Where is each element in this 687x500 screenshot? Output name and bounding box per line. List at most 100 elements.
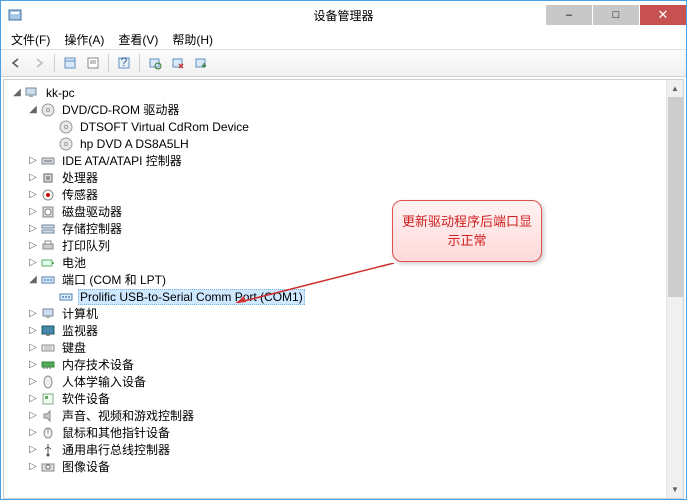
camera-icon [40, 459, 56, 475]
tree-node[interactable]: ▷ 存储控制器 [6, 220, 683, 237]
back-button[interactable] [5, 52, 27, 74]
usb-icon [40, 442, 56, 458]
tree-leaf[interactable]: hp DVD A DS8A5LH [6, 135, 683, 152]
disc-icon [40, 102, 56, 118]
battery-icon [40, 255, 56, 271]
tree-node[interactable]: ▷ 传感器 [6, 186, 683, 203]
node-label: 软件设备 [60, 390, 112, 407]
node-label: 监视器 [60, 322, 100, 339]
scan-button[interactable] [144, 52, 166, 74]
node-label: Prolific USB-to-Serial Comm Port (COM1) [78, 289, 305, 305]
expander-icon[interactable]: ▷ [26, 171, 40, 185]
menu-action[interactable]: 操作(A) [58, 29, 110, 50]
expander-icon[interactable]: ▷ [26, 324, 40, 338]
tree-node[interactable]: ▷ 电池 [6, 254, 683, 271]
expander-icon[interactable]: ◢ [26, 273, 40, 287]
tree-node[interactable]: ▷ 内存技术设备 [6, 356, 683, 373]
forward-button[interactable] [28, 52, 50, 74]
tree-node[interactable]: ▷ 监视器 [6, 322, 683, 339]
expander-icon[interactable]: ▷ [26, 375, 40, 389]
tree-node[interactable]: ▷ 打印队列 [6, 237, 683, 254]
tree-node[interactable]: ▷ 处理器 [6, 169, 683, 186]
node-label: 计算机 [60, 305, 100, 322]
expander-icon[interactable]: ▷ [26, 188, 40, 202]
menu-view[interactable]: 查看(V) [112, 29, 164, 50]
expander-icon[interactable]: ▷ [26, 205, 40, 219]
tree-node[interactable]: ▷ 软件设备 [6, 390, 683, 407]
menu-help[interactable]: 帮助(H) [166, 29, 219, 50]
update-driver-button[interactable] [190, 52, 212, 74]
separator [108, 54, 109, 72]
node-label: DVD/CD-ROM 驱动器 [60, 101, 181, 118]
tree-node[interactable]: ◢ 端口 (COM 和 LPT) [6, 271, 683, 288]
expander-icon[interactable]: ▷ [26, 443, 40, 457]
tree-node[interactable]: ◢ DVD/CD-ROM 驱动器 [6, 101, 683, 118]
expander-icon[interactable]: ▷ [26, 392, 40, 406]
tree-node[interactable]: ▷ 通用串行总线控制器 [6, 441, 683, 458]
device-tree[interactable]: ◢ kk-pc ◢ DVD/CD-ROM 驱动器 DTSOFT Virtual … [4, 80, 683, 498]
expander-icon[interactable]: ▷ [26, 341, 40, 355]
tree-node[interactable]: ▷ 键盘 [6, 339, 683, 356]
node-label: 端口 (COM 和 LPT) [60, 271, 168, 288]
tree-node[interactable]: ▷ 人体学输入设备 [6, 373, 683, 390]
help-button[interactable]: ? [113, 52, 135, 74]
minimize-button[interactable]: – [546, 5, 592, 25]
node-label: 鼠标和其他指针设备 [60, 424, 172, 441]
expander-icon[interactable]: ▷ [26, 460, 40, 474]
tree-node[interactable]: ▷ 声音、视频和游戏控制器 [6, 407, 683, 424]
node-label: 图像设备 [60, 458, 112, 475]
node-label: 键盘 [60, 339, 88, 356]
expander-icon[interactable]: ▷ [26, 154, 40, 168]
pc-icon [24, 85, 40, 101]
tree-node[interactable]: ▷ 磁盘驱动器 [6, 203, 683, 220]
scroll-up-button[interactable]: ▲ [667, 80, 683, 97]
sensor-icon [40, 187, 56, 203]
properties-button[interactable] [82, 52, 104, 74]
tree-viewport: ◢ kk-pc ◢ DVD/CD-ROM 驱动器 DTSOFT Virtual … [3, 79, 684, 499]
node-label: 人体学输入设备 [60, 373, 148, 390]
tree-node[interactable]: ▷ 图像设备 [6, 458, 683, 475]
annotation-callout: 更新驱动程序后端口显示正常 [392, 200, 542, 262]
keyboard-icon [40, 340, 56, 356]
titlebar[interactable]: 设备管理器 – □ ✕ [1, 1, 686, 29]
storage-icon [40, 221, 56, 237]
tree-node[interactable]: ▷ IDE ATA/ATAPI 控制器 [6, 152, 683, 169]
expander-icon[interactable] [44, 290, 58, 304]
cpu-icon [40, 170, 56, 186]
node-label: 打印队列 [60, 237, 112, 254]
expander-icon[interactable]: ▷ [26, 358, 40, 372]
tree-leaf[interactable]: Prolific USB-to-Serial Comm Port (COM1) [6, 288, 683, 305]
tree-root[interactable]: ◢ kk-pc [6, 84, 683, 101]
tree-node[interactable]: ▷ 鼠标和其他指针设备 [6, 424, 683, 441]
ide-icon [40, 153, 56, 169]
maximize-button[interactable]: □ [593, 5, 639, 25]
node-label: DTSOFT Virtual CdRom Device [78, 120, 251, 134]
expander-icon[interactable]: ▷ [26, 307, 40, 321]
expander-icon[interactable] [44, 120, 58, 134]
expander-icon[interactable]: ◢ [26, 103, 40, 117]
show-hidden-button[interactable] [59, 52, 81, 74]
scroll-thumb[interactable] [668, 97, 683, 297]
node-label: 通用串行总线控制器 [60, 441, 172, 458]
printer-icon [40, 238, 56, 254]
expander-icon[interactable]: ▷ [26, 256, 40, 270]
port-icon [40, 272, 56, 288]
hdd-icon [40, 204, 56, 220]
uninstall-button[interactable] [167, 52, 189, 74]
tree-leaf[interactable]: DTSOFT Virtual CdRom Device [6, 118, 683, 135]
tree-node[interactable]: ▷ 计算机 [6, 305, 683, 322]
expander-icon[interactable]: ▷ [26, 426, 40, 440]
vertical-scrollbar[interactable]: ▲ ▼ [666, 80, 683, 498]
node-label: 磁盘驱动器 [60, 203, 124, 220]
close-button[interactable]: ✕ [640, 5, 686, 25]
svg-text:?: ? [121, 56, 128, 69]
menu-file[interactable]: 文件(F) [5, 29, 56, 50]
node-label: 内存技术设备 [60, 356, 136, 373]
expander-icon[interactable] [44, 137, 58, 151]
expander-icon[interactable]: ◢ [10, 86, 24, 100]
expander-icon[interactable]: ▷ [26, 239, 40, 253]
expander-icon[interactable]: ▷ [26, 409, 40, 423]
hid-icon [40, 374, 56, 390]
expander-icon[interactable]: ▷ [26, 222, 40, 236]
scroll-down-button[interactable]: ▼ [667, 481, 683, 498]
